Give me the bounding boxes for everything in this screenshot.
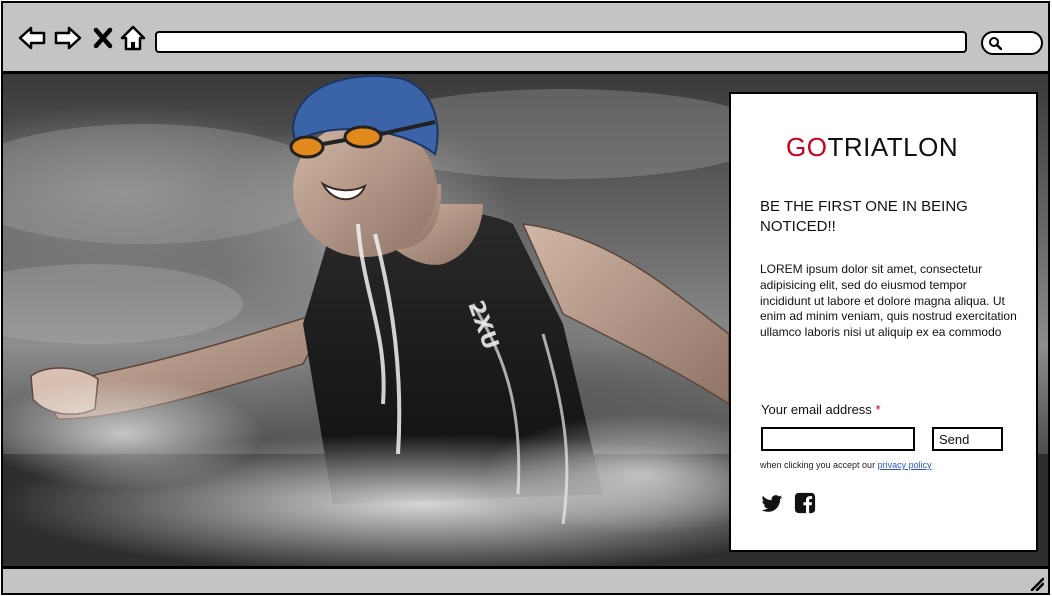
close-icon[interactable] bbox=[91, 23, 115, 53]
back-arrow-icon[interactable] bbox=[17, 23, 47, 53]
forward-arrow-icon[interactable] bbox=[53, 23, 83, 53]
brand-logo: GOTRIATLON bbox=[786, 132, 958, 163]
email-field[interactable] bbox=[761, 427, 915, 451]
consent-text: when clicking you accept our bbox=[760, 460, 876, 470]
page-viewport: 2XU GOTRIATLON BE THE FIRST ONE IN BEING… bbox=[3, 74, 1048, 568]
brand-name: TRIATLON bbox=[827, 132, 959, 162]
browser-toolbar bbox=[3, 3, 1048, 74]
browser-window: 2XU GOTRIATLON BE THE FIRST ONE IN BEING… bbox=[1, 1, 1050, 595]
facebook-icon[interactable] bbox=[794, 492, 816, 514]
twitter-icon[interactable] bbox=[761, 492, 783, 514]
signup-description: LOREM ipsum dolor sit amet, consectetur … bbox=[760, 262, 1017, 340]
signup-headline: BE THE FIRST ONE IN BEING NOTICED!! bbox=[760, 198, 968, 235]
signup-card: GOTRIATLON BE THE FIRST ONE IN BEING NOT… bbox=[729, 92, 1038, 552]
brand-accent: GO bbox=[786, 132, 828, 162]
browser-search-button[interactable] bbox=[981, 31, 1043, 55]
email-label-text: Your email address bbox=[761, 402, 872, 417]
home-icon[interactable] bbox=[119, 23, 147, 53]
privacy-policy-link[interactable]: privacy policy bbox=[878, 460, 932, 470]
search-icon bbox=[989, 37, 1002, 50]
required-marker: * bbox=[875, 402, 881, 417]
email-label: Your email address * bbox=[761, 402, 881, 417]
status-bar bbox=[3, 566, 1048, 593]
resize-grip-icon[interactable] bbox=[1030, 576, 1045, 592]
consent-note: when clicking you accept our privacy pol… bbox=[760, 460, 932, 470]
send-button[interactable]: Send bbox=[932, 427, 1003, 451]
address-bar[interactable] bbox=[155, 31, 967, 53]
